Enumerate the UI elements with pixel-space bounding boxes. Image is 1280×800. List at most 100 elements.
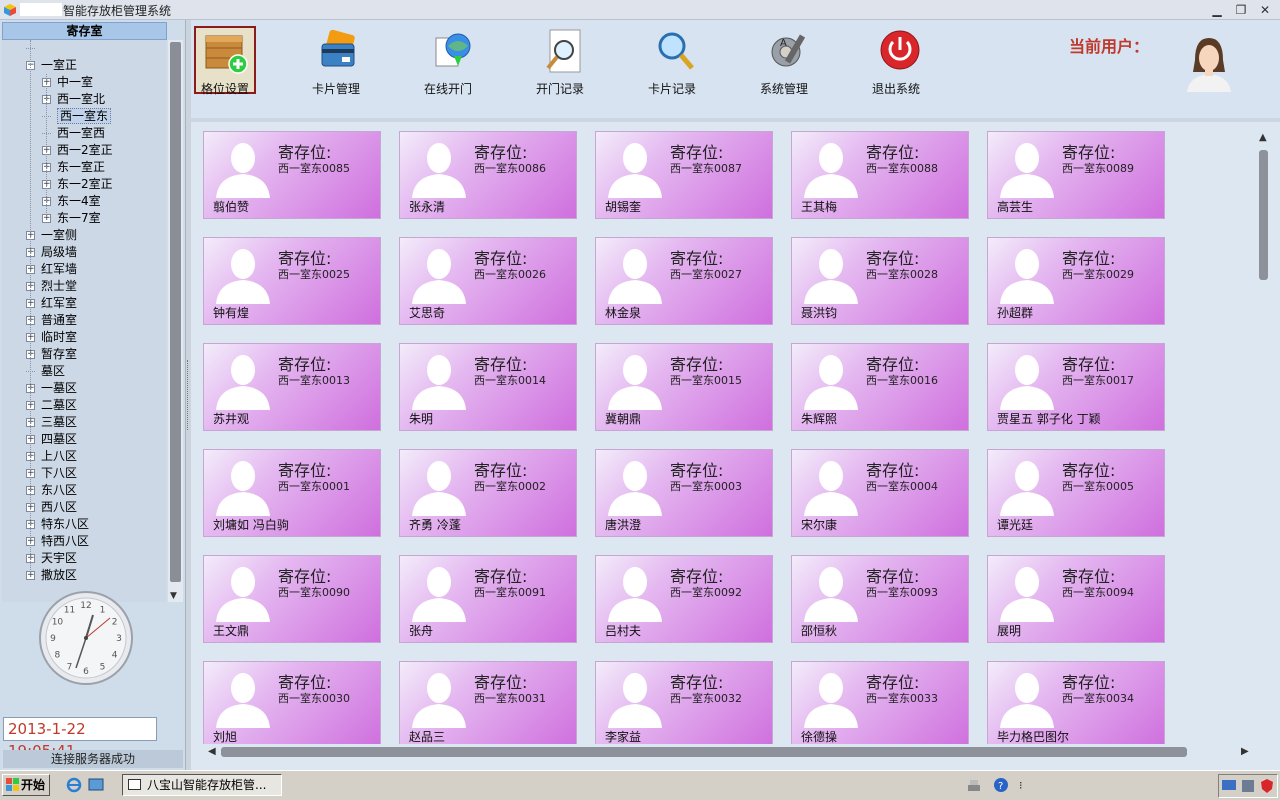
storage-card[interactable]: 寄存位: 西一室东0014 朱明 — [399, 343, 577, 431]
storage-card[interactable]: 寄存位: 西一室东0015 冀朝鼎 — [595, 343, 773, 431]
tree-item[interactable]: + 东一室正 — [42, 159, 105, 176]
tree-item[interactable]: + 一墓区 — [26, 380, 77, 397]
user-avatar[interactable] — [1181, 32, 1237, 92]
tree-item[interactable]: + 东一7室 — [42, 210, 101, 227]
tree-item[interactable]: + 四墓区 — [26, 431, 77, 448]
storage-card[interactable]: 寄存位: 西一室东0086 张永清 — [399, 131, 577, 219]
tree-scrollbar[interactable]: ▼ — [168, 40, 183, 602]
ie-icon[interactable] — [66, 777, 82, 793]
storage-card[interactable]: 寄存位: 西一室东0028 聂洪钧 — [791, 237, 969, 325]
storage-card[interactable]: 寄存位: 西一室东0025 钟有煌 — [203, 237, 381, 325]
storage-card[interactable]: 寄存位: 西一室东0090 王文鼎 — [203, 555, 381, 643]
tree-scroll-thumb[interactable] — [170, 42, 181, 582]
scroll-left-icon[interactable]: ◀ — [208, 746, 216, 757]
storage-card[interactable]: 寄存位: 西一室东0026 艾思奇 — [399, 237, 577, 325]
storage-card[interactable]: 寄存位: 西一室东0016 朱辉照 — [791, 343, 969, 431]
scroll-up-icon[interactable]: ▲ — [1259, 132, 1267, 143]
tree-item[interactable]: + 烈士堂 — [26, 278, 77, 295]
storage-card[interactable]: 寄存位: 西一室东0030 刘旭 — [203, 661, 381, 744]
restore-button[interactable]: ❐ — [1232, 2, 1250, 18]
tree-item[interactable]: + 东一4室 — [42, 193, 101, 210]
shield-icon[interactable] — [1259, 778, 1275, 794]
storage-card[interactable]: 寄存位: 西一室东0093 邵恒秋 — [791, 555, 969, 643]
tree-item[interactable]: + 中一室 — [42, 74, 93, 91]
tree-item[interactable]: + 红军墙 — [26, 261, 77, 278]
tree-item[interactable]: + 红军室 — [26, 295, 77, 312]
storage-card[interactable]: 寄存位: 西一室东0088 王其梅 — [791, 131, 969, 219]
tree-item-label: 墓区 — [41, 364, 66, 378]
storage-card[interactable]: 寄存位: 西一室东0085 翦伯赞 — [203, 131, 381, 219]
tree-item[interactable]: + 特西八区 — [26, 533, 89, 550]
tree-item[interactable]: + 西一室北 — [42, 91, 105, 108]
tree-item[interactable]: + 上八区 — [26, 448, 77, 465]
system-manage-button[interactable]: A 系统管理 — [734, 26, 834, 106]
storage-card[interactable]: 寄存位: 西一室东0003 唐洪澄 — [595, 449, 773, 537]
storage-card[interactable]: 寄存位: 西一室东0005 谭光廷 — [987, 449, 1165, 537]
tree-item[interactable]: + 二墓区 — [26, 397, 77, 414]
tree-header[interactable]: 寄存室 — [2, 22, 167, 40]
storage-card[interactable]: 寄存位: 西一室东0087 胡锡奎 — [595, 131, 773, 219]
tree-item[interactable]: + 普通室 — [26, 312, 77, 329]
cards-horizontal-scrollbar[interactable]: ◀ ▶ — [191, 744, 1280, 770]
tree-item[interactable]: + 临时室 — [26, 329, 77, 346]
close-button[interactable]: ✕ — [1256, 2, 1274, 18]
tree-item[interactable]: + 西一2室正 — [42, 142, 113, 159]
security-icon[interactable] — [1240, 778, 1256, 794]
tree-item[interactable]: 西一室西 — [42, 125, 105, 142]
tree-item[interactable]: + 特东八区 — [26, 516, 89, 533]
tree-item[interactable]: + 三墓区 — [26, 414, 77, 431]
tree-item[interactable]: + 东八区 — [26, 482, 77, 499]
storage-card[interactable]: 寄存位: 西一室东0017 贾星五 郭子化 丁颖 — [987, 343, 1165, 431]
tree-item[interactable]: + 东一2室正 — [42, 176, 113, 193]
network-icon[interactable] — [966, 777, 982, 793]
card-code: 西一室东0091 — [474, 586, 546, 599]
display-icon[interactable] — [1221, 778, 1237, 794]
storage-card[interactable]: 寄存位: 西一室东0002 齐勇 冷蓬 — [399, 449, 577, 537]
storage-card[interactable]: 寄存位: 西一室东0033 徐德操 — [791, 661, 969, 744]
clock-number: 9 — [50, 634, 56, 644]
tree-item[interactable]: − 一室正 — [26, 57, 77, 74]
tree-item[interactable]: + 暂存室 — [26, 346, 77, 363]
storage-card[interactable]: 寄存位: 西一室东0092 吕村夫 — [595, 555, 773, 643]
scroll-down-icon[interactable]: ▼ — [170, 591, 177, 601]
tree-item[interactable]: + 一室侧 — [26, 227, 77, 244]
storage-card[interactable]: 寄存位: 西一室东0027 林金泉 — [595, 237, 773, 325]
volume-icon[interactable]: ⁝ — [1016, 777, 1032, 793]
storage-card[interactable]: 寄存位: 西一室东0034 毕力格巴图尔 — [987, 661, 1165, 744]
exit-system-button[interactable]: 退出系统 — [846, 26, 946, 106]
taskbar-app-item[interactable]: 八宝山智能存放柜管... — [122, 774, 282, 796]
scroll-right-icon[interactable]: ▶ — [1241, 746, 1249, 757]
vertical-scroll-thumb[interactable] — [1259, 150, 1268, 280]
door-record-button[interactable]: 开门记录 — [510, 26, 610, 106]
tree-item[interactable]: + 局级墙 — [26, 244, 77, 261]
cards-vertical-scrollbar[interactable]: ▲ — [1252, 122, 1280, 744]
tree-item[interactable]: + 西八区 — [26, 499, 77, 516]
tree-item[interactable]: 墓区 — [26, 363, 65, 380]
storage-card[interactable]: 寄存位: 西一室东0013 苏井观 — [203, 343, 381, 431]
storage-card[interactable]: 寄存位: 西一室东0089 高芸生 — [987, 131, 1165, 219]
storage-card[interactable]: 寄存位: 西一室东0029 孙超群 — [987, 237, 1165, 325]
card-record-button[interactable]: 卡片记录 — [622, 26, 722, 106]
storage-card[interactable]: 寄存位: 西一室东0031 赵品三 — [399, 661, 577, 744]
person-silhouette-icon — [800, 244, 862, 304]
start-button[interactable]: 开始 — [2, 774, 50, 796]
horizontal-scroll-thumb[interactable] — [221, 747, 1187, 757]
tree-item[interactable]: + 天宇区 — [26, 550, 77, 567]
tree-item[interactable]: + 下八区 — [26, 465, 77, 482]
minimize-button[interactable]: ▁ — [1208, 2, 1226, 18]
tree-item[interactable]: 西一室东 — [42, 108, 112, 125]
tree-item[interactable] — [26, 40, 41, 57]
online-open-button[interactable]: 在线开门 — [398, 26, 498, 106]
storage-card[interactable]: 寄存位: 西一室东0032 李家益 — [595, 661, 773, 744]
storage-card[interactable]: 寄存位: 西一室东0094 展明 — [987, 555, 1165, 643]
cabinet-settings-button[interactable]: 格位设置 — [194, 26, 256, 96]
storage-card[interactable]: 寄存位: 西一室东0091 张舟 — [399, 555, 577, 643]
location-tree[interactable]: − 一室正 + 中一室 + 西一室北 西一室东 西一室西 + 西一2室正 + 东一室正 + 东一2室正 + 东… — [2, 40, 166, 602]
card-manage-button[interactable]: 卡片管理 — [286, 26, 386, 106]
storage-card[interactable]: 寄存位: 西一室东0004 宋尔康 — [791, 449, 969, 537]
show-desktop-icon[interactable] — [88, 777, 104, 793]
storage-card[interactable]: 寄存位: 西一室东0001 刘墉如 冯白驹 — [203, 449, 381, 537]
tree-item[interactable]: + 撒放区 — [26, 567, 77, 584]
person-silhouette-icon — [996, 138, 1058, 198]
help-icon[interactable]: ? — [993, 777, 1009, 793]
